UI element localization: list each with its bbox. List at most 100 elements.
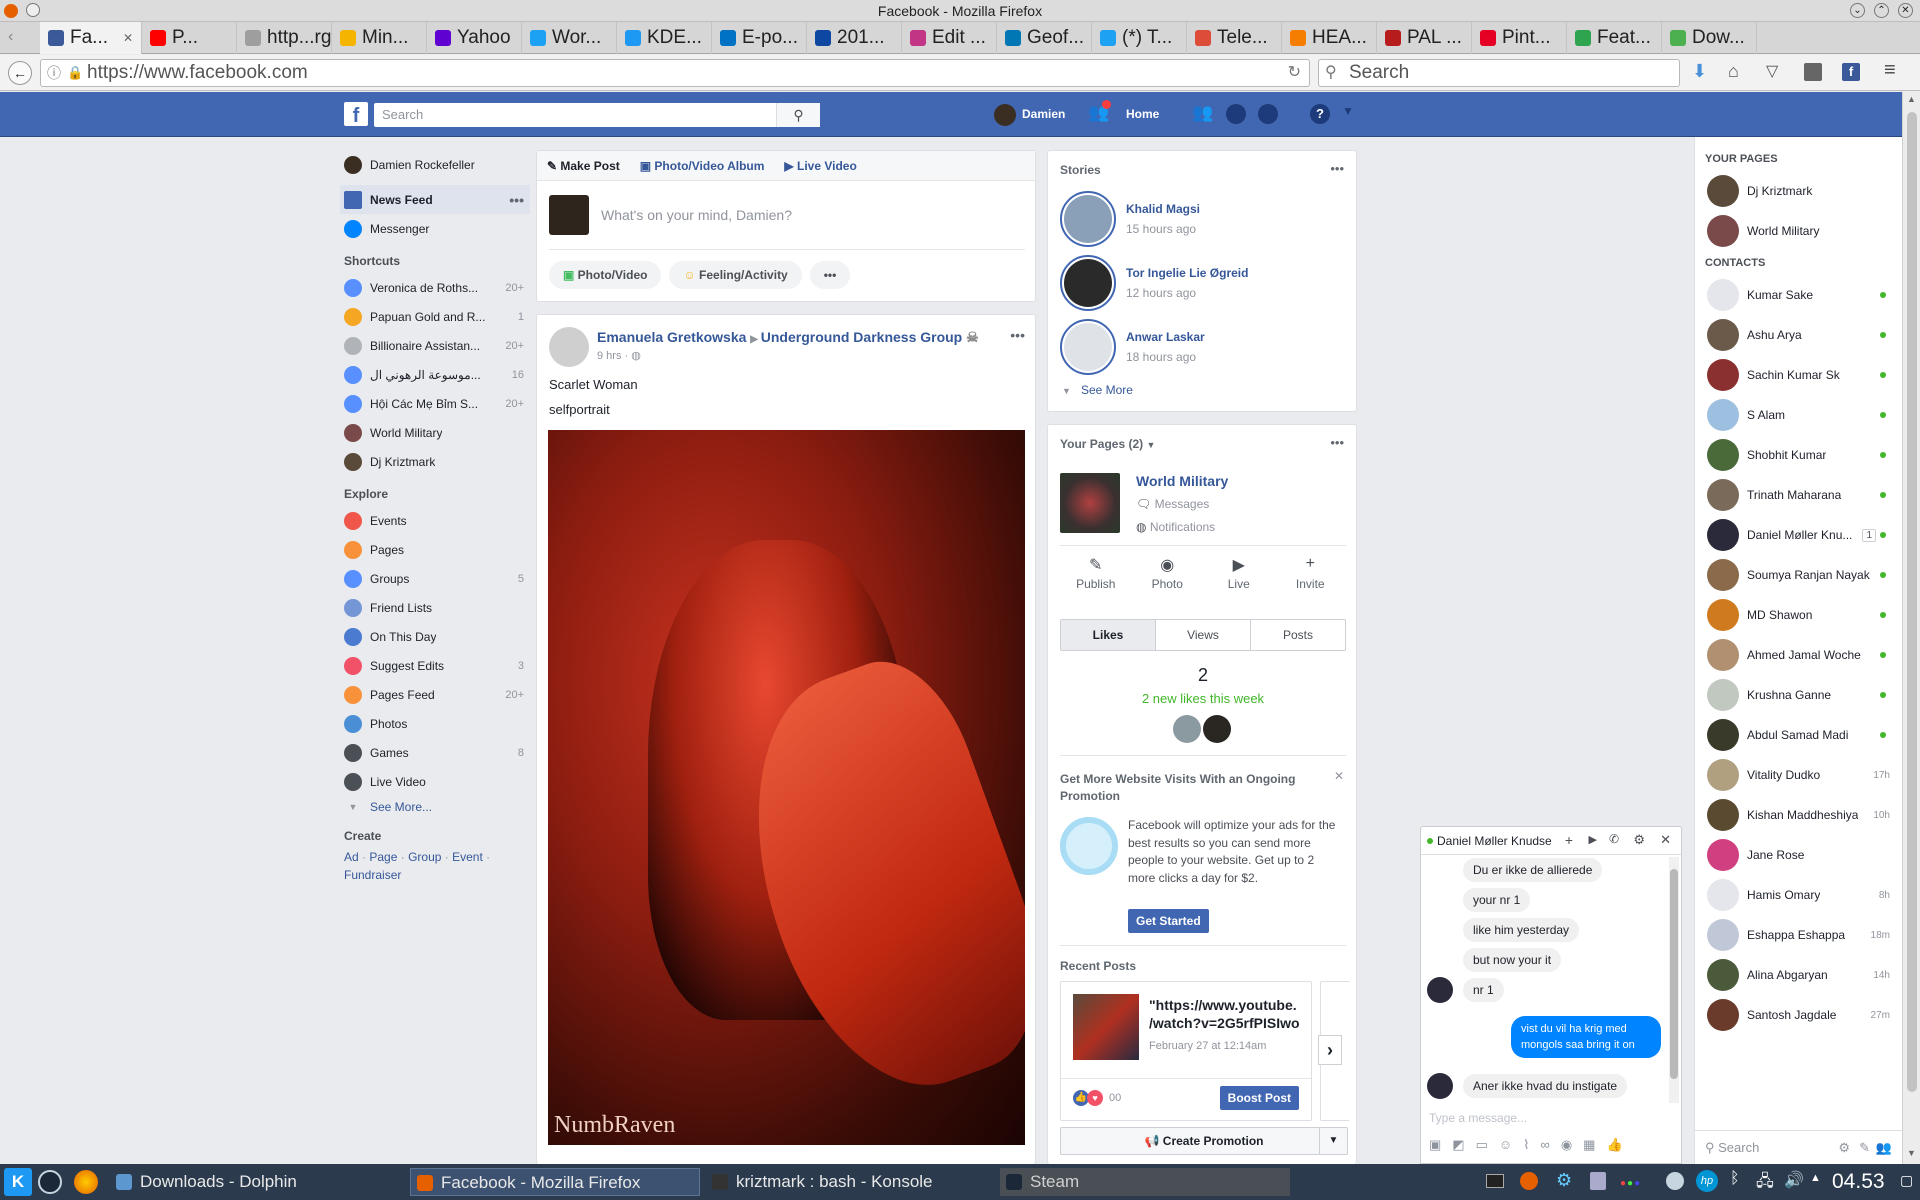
link-icon[interactable]: ∞ [1541, 1137, 1550, 1153]
tab-live-video[interactable]: ▶ Live Video [784, 159, 856, 173]
contact-item[interactable]: Abdul Samad Madi [1695, 715, 1902, 755]
chat-scroll-thumb[interactable] [1670, 869, 1678, 1079]
firefox-tray-icon[interactable] [1520, 1172, 1538, 1190]
contact-item[interactable]: S Alam [1695, 395, 1902, 435]
explore-item[interactable]: Games 8 [340, 738, 530, 767]
create-link[interactable]: Fundraiser [344, 868, 401, 882]
world-military-page-avatar[interactable] [1060, 473, 1120, 533]
explore-item[interactable]: Live Video [340, 767, 530, 796]
explore-item[interactable]: Groups 5 [340, 564, 530, 593]
kde-menu-icon[interactable]: K [4, 1168, 32, 1196]
gear-icon[interactable]: ⚙ [1633, 832, 1645, 848]
create-link[interactable]: Ad [344, 850, 359, 864]
taskbar-window-button[interactable]: Downloads - Dolphin [110, 1168, 400, 1196]
contact-item[interactable]: Santosh Jagdale 27m [1695, 995, 1902, 1035]
post-author-name[interactable]: Emanuela Gretkowska [597, 329, 746, 345]
browser-tab[interactable]: PAL ... [1377, 22, 1472, 54]
post-options-icon[interactable]: ••• [1010, 327, 1025, 343]
extension-icon[interactable] [1804, 63, 1822, 81]
browser-search-input[interactable]: ⚲ Search [1318, 59, 1680, 87]
stat-tab-likes[interactable]: Likes [1061, 620, 1156, 650]
taskbar-window-button[interactable]: Steam [1000, 1168, 1290, 1196]
profile-shortcut[interactable]: Damien Rockefeller [340, 150, 530, 179]
compose-icon[interactable]: ✎ [1859, 1131, 1870, 1165]
clock[interactable]: 04.53 [1832, 1170, 1885, 1194]
contact-item[interactable]: Alina Abgaryan 14h [1695, 955, 1902, 995]
hamburger-menu-icon[interactable]: ≡ [1884, 59, 1896, 82]
browser-tab[interactable]: Pint... [1472, 22, 1567, 54]
attachment-icon[interactable]: ⌇ [1523, 1137, 1529, 1153]
hp-tray-icon[interactable]: hp [1696, 1170, 1718, 1192]
video-call-icon[interactable]: ▶ [1589, 833, 1597, 846]
notifications-globe-icon[interactable] [1258, 104, 1278, 124]
contact-item[interactable]: Kishan Maddheshiya 10h [1695, 795, 1902, 835]
sidebar-page-item[interactable]: Dj Kriztmark [1695, 171, 1902, 211]
reactions-count[interactable]: 00 [1109, 1092, 1121, 1104]
tab-scroll-left-icon[interactable]: ‹ [8, 28, 13, 46]
scroll-up-icon[interactable]: ▲ [1907, 94, 1916, 104]
thumbs-up-icon[interactable]: 👍 [1606, 1137, 1622, 1153]
grid-icon[interactable]: ▦ [1583, 1137, 1595, 1153]
browser-tab[interactable]: Feat... [1567, 22, 1662, 54]
browser-tab[interactable]: KDE... [617, 22, 712, 54]
create-promotion-button[interactable]: 📢 Create Promotion ▼ [1060, 1127, 1348, 1155]
gif-icon[interactable]: ▭ [1476, 1137, 1488, 1153]
shortcut-item[interactable]: Hội Các Mẹ Bỉm S... 20+ [340, 389, 530, 418]
friend-requests-icon[interactable]: 👥 [1192, 103, 1213, 123]
browser-tab[interactable]: Tele... [1187, 22, 1282, 54]
settings-tray-icon[interactable]: ⚙ [1556, 1170, 1572, 1191]
emoji-icon[interactable]: ☺ [1499, 1137, 1512, 1153]
post-time[interactable]: 9 hrs [597, 350, 621, 362]
tab-close-icon[interactable]: ✕ [123, 31, 133, 45]
contact-item[interactable]: Daniel Møller Knu... 1 [1695, 515, 1902, 555]
photo-icon[interactable]: ▣ [1429, 1137, 1441, 1153]
get-started-button[interactable]: Get Started [1128, 909, 1209, 933]
chat-input[interactable]: Type a message... [1429, 1111, 1527, 1125]
browser-tab[interactable]: Geof... [997, 22, 1092, 54]
shortcut-item[interactable]: موسوعة الرهوني ال... 16 [340, 360, 530, 389]
contact-item[interactable]: Ashu Arya [1695, 315, 1902, 355]
sidebar-page-item[interactable]: World Military [1695, 211, 1902, 251]
caret-down-icon[interactable]: ▼ [1319, 1128, 1347, 1154]
search-icon[interactable]: ⚲ [776, 103, 820, 127]
scroll-down-icon[interactable]: ▼ [1907, 1148, 1916, 1158]
browser-tab[interactable]: Dow... [1662, 22, 1757, 54]
facebook-logo-icon[interactable]: f [344, 102, 368, 127]
network-tray-icon[interactable]: 🖧 [1756, 1170, 1774, 1197]
create-link[interactable]: Page [369, 850, 397, 864]
home-icon[interactable]: ⌂ [1728, 61, 1739, 82]
contact-item[interactable]: Hamis Omary 8h [1695, 875, 1902, 915]
shortcut-item[interactable]: Veronica de Roths... 20+ [340, 273, 530, 302]
invite-action-button[interactable]: + Invite [1275, 555, 1347, 591]
bluetooth-tray-icon[interactable]: ᛒ [1730, 1170, 1740, 1188]
stat-tab-posts[interactable]: Posts [1251, 620, 1345, 650]
news-feed-link[interactable]: News Feed ••• [340, 185, 530, 214]
profile-link[interactable]: Damien [1022, 107, 1065, 121]
contact-item[interactable]: Ahmed Jamal Woche [1695, 635, 1902, 675]
shortcut-item[interactable]: World Military [340, 418, 530, 447]
post-group-name[interactable]: Underground Darkness Group [761, 329, 962, 345]
close-icon[interactable]: ✕ [1898, 3, 1913, 18]
show-desktop-icon[interactable]: ▢ [1900, 1172, 1913, 1189]
account-menu-caret-icon[interactable]: ▼ [1342, 104, 1354, 118]
more-options-button[interactable]: ••• [809, 261, 851, 289]
your-pages-options-icon[interactable]: ••• [1330, 435, 1344, 450]
terminal-tray-icon[interactable] [1486, 1174, 1504, 1188]
sticker-icon[interactable]: ◩ [1452, 1137, 1464, 1153]
firefox-menu-icon[interactable] [4, 4, 18, 18]
create-link[interactable]: Group [408, 850, 441, 864]
boost-post-button[interactable]: Boost Post [1219, 1086, 1299, 1110]
story-item[interactable]: Khalid Magsi 15 hours ago [1048, 187, 1356, 251]
downloads-icon[interactable]: ⬇ [1692, 61, 1707, 82]
minimize-icon[interactable]: ⌄ [1850, 3, 1865, 18]
reload-icon[interactable]: ↻ [1288, 60, 1301, 86]
tray-expand-icon[interactable]: ▲ [1810, 1172, 1821, 1184]
contact-item[interactable]: Jane Rose [1695, 835, 1902, 875]
messenger-icon[interactable] [1226, 104, 1246, 124]
stories-options-icon[interactable]: ••• [1330, 161, 1344, 176]
messenger-link[interactable]: Messenger [340, 214, 530, 243]
liker-avatar-2[interactable] [1203, 715, 1231, 743]
likes-note[interactable]: 2 new likes this week [1048, 691, 1358, 706]
your-pages-heading[interactable]: Your Pages (2) ▼ [1060, 437, 1155, 451]
page-notifications-link[interactable]: ◍ Notifications [1136, 520, 1215, 534]
